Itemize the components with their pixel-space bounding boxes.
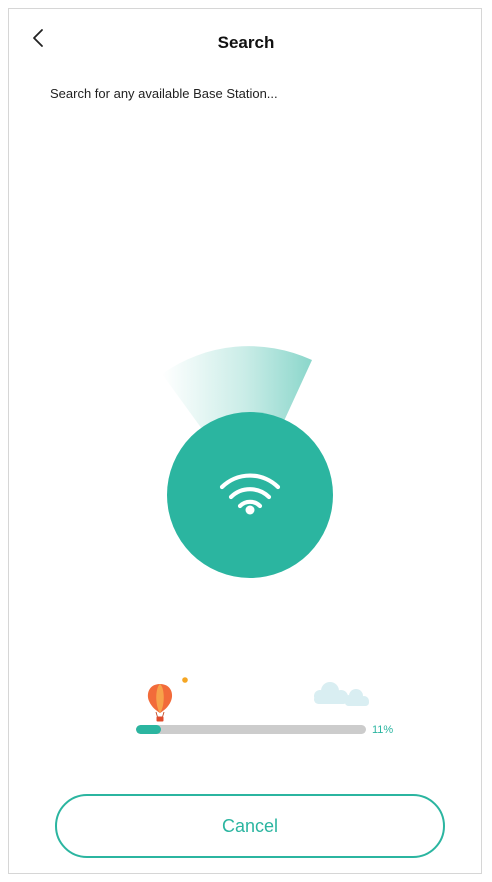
cloud-icon: [314, 682, 369, 706]
search-progress-fill: [136, 725, 162, 734]
hot-air-balloon-icon: [147, 684, 173, 722]
progress-decorations: [147, 677, 369, 722]
search-progress-bar: [136, 725, 366, 734]
spark-dot: [182, 677, 188, 683]
cancel-button[interactable]: Cancel: [55, 794, 445, 858]
progress-percent: 11%: [372, 724, 394, 736]
